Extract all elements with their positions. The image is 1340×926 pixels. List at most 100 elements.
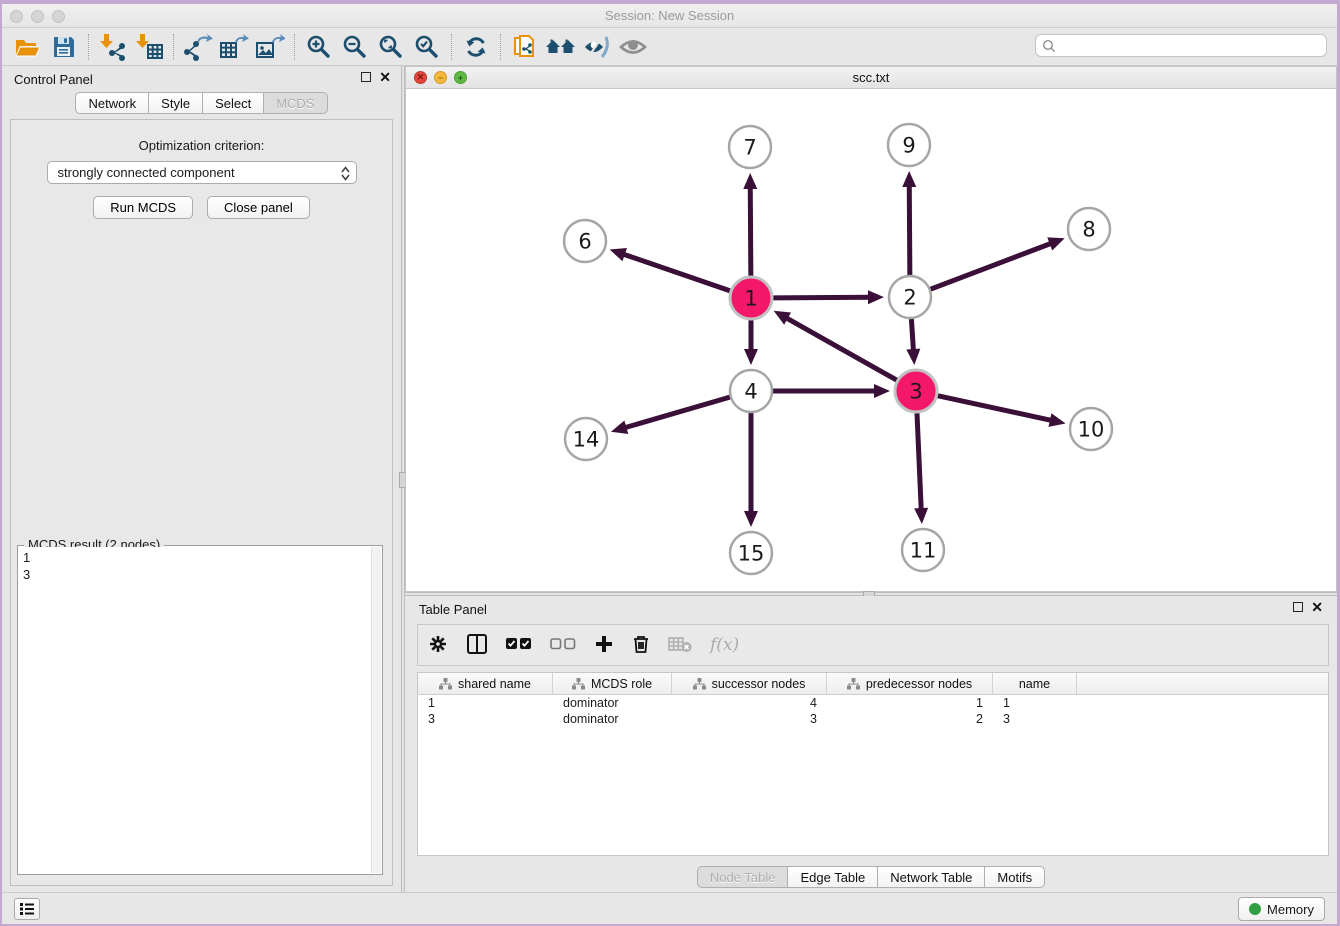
graph-edge[interactable] — [621, 253, 730, 291]
table-cell: 1 — [993, 695, 1077, 711]
export-network-icon[interactable] — [180, 31, 216, 63]
graph-edge[interactable] — [937, 396, 1053, 421]
graph-edge[interactable] — [931, 242, 1054, 289]
network-window-titlebar[interactable]: ✕ − + scc.txt — [406, 67, 1336, 89]
node-label: 4 — [744, 379, 757, 403]
criterion-value: strongly connected component — [58, 165, 235, 180]
toolbar-separator — [294, 34, 295, 60]
show-all-networks-icon[interactable] — [543, 31, 579, 63]
tab-node-table[interactable]: Node Table — [697, 866, 788, 888]
network-graph: 7 9 6 8 1 2 4 3 14 10 15 11 — [406, 89, 1336, 591]
graph-node-8[interactable]: 8 — [1068, 208, 1110, 250]
save-session-icon[interactable] — [46, 31, 82, 63]
memory-label: Memory — [1267, 902, 1314, 917]
application-window: Session: New Session — [0, 0, 1340, 926]
column-header[interactable]: successor nodes — [672, 673, 827, 694]
edge-arrowhead — [744, 511, 758, 527]
graph-node-7[interactable]: 7 — [729, 126, 771, 168]
graph-edge[interactable] — [911, 319, 913, 353]
toolbar-separator — [173, 34, 174, 60]
mcds-result-scrollbar[interactable] — [371, 547, 381, 873]
open-file-icon[interactable] — [10, 31, 46, 63]
graph-node-2[interactable]: 2 — [889, 276, 931, 318]
zoom-fit-icon[interactable] — [373, 31, 409, 63]
delete-icon[interactable] — [632, 634, 650, 657]
criterion-dropdown[interactable]: strongly connected component — [47, 161, 357, 184]
graph-edge[interactable] — [784, 317, 897, 381]
select-all-checks-icon[interactable] — [506, 638, 532, 653]
run-mcds-button[interactable]: Run MCDS — [93, 196, 193, 219]
graph-node-14[interactable]: 14 — [565, 418, 607, 460]
control-panel: Control Panel ✕ Network Style Select MCD… — [2, 66, 401, 892]
graph-edge[interactable] — [909, 183, 910, 275]
node-label: 7 — [743, 135, 756, 159]
tab-network-table[interactable]: Network Table — [877, 866, 984, 888]
tab-mcds[interactable]: MCDS — [263, 92, 327, 114]
table-cell: dominator — [553, 711, 672, 727]
import-table-icon[interactable] — [131, 31, 167, 63]
zoom-in-icon[interactable] — [301, 31, 337, 63]
search-input[interactable] — [1060, 39, 1326, 53]
search-box[interactable] — [1035, 34, 1327, 57]
deselect-checks-icon[interactable] — [550, 638, 576, 653]
close-panel-icon[interactable]: ✕ — [379, 72, 391, 82]
export-image-icon[interactable] — [252, 31, 288, 63]
graph-node-15[interactable]: 15 — [730, 532, 772, 574]
graph-node-4[interactable]: 4 — [730, 370, 772, 412]
table-header-row: shared nameMCDS rolesuccessor nodesprede… — [418, 673, 1328, 695]
table-row[interactable]: 3dominator323 — [418, 711, 1328, 727]
graph-edge[interactable] — [750, 185, 751, 276]
show-view-icon[interactable] — [615, 31, 651, 63]
edge-arrowhead — [743, 173, 757, 189]
column-header[interactable]: predecessor nodes — [827, 673, 993, 694]
graph-node-11[interactable]: 11 — [902, 529, 944, 571]
export-table-icon[interactable] — [216, 31, 252, 63]
column-header[interactable]: MCDS role — [553, 673, 672, 694]
table-cell: 3 — [672, 711, 827, 727]
graph-node-9[interactable]: 9 — [888, 124, 930, 166]
app-title: Session: New Session — [2, 8, 1337, 23]
close-panel-icon[interactable]: ✕ — [1311, 602, 1323, 612]
network-view-window: ✕ − + scc.txt 7 9 6 8 1 2 4 3 14 10 15 11 — [405, 66, 1337, 592]
graph-node-3[interactable]: 3 — [895, 370, 937, 412]
float-panel-icon[interactable] — [1293, 602, 1303, 612]
tab-edge-table[interactable]: Edge Table — [787, 866, 877, 888]
column-header[interactable]: name — [993, 673, 1077, 694]
edge-arrowhead — [906, 349, 920, 365]
add-column-icon[interactable] — [594, 634, 614, 657]
dropdown-stepper-icon — [341, 166, 350, 181]
close-panel-button[interactable]: Close panel — [207, 196, 310, 219]
import-network-icon[interactable] — [95, 31, 131, 63]
zoom-selected-icon[interactable] — [409, 31, 445, 63]
title-bar: Session: New Session — [2, 4, 1337, 28]
tab-style[interactable]: Style — [148, 92, 202, 114]
zoom-out-icon[interactable] — [337, 31, 373, 63]
graph-node-10[interactable]: 10 — [1070, 408, 1112, 450]
mcds-result-text[interactable]: 1 3 — [19, 547, 371, 873]
graph-edge[interactable] — [773, 297, 872, 298]
graph-edge[interactable] — [622, 397, 729, 428]
tab-select[interactable]: Select — [202, 92, 263, 114]
node-label: 1 — [744, 286, 757, 310]
table-cell: 1 — [418, 695, 553, 711]
clone-network-icon[interactable] — [507, 31, 543, 63]
node-label: 6 — [578, 229, 591, 253]
delete-table-icon[interactable] — [668, 635, 692, 656]
gear-icon[interactable] — [428, 634, 448, 657]
tab-network[interactable]: Network — [75, 92, 148, 114]
memory-status-icon — [1249, 903, 1261, 915]
column-layout-icon[interactable] — [466, 633, 488, 658]
table-row[interactable]: 1dominator411 — [418, 695, 1328, 711]
network-canvas[interactable]: 7 9 6 8 1 2 4 3 14 10 15 11 — [406, 89, 1336, 591]
hide-style-icon[interactable] — [579, 31, 615, 63]
tab-motifs[interactable]: Motifs — [984, 866, 1045, 888]
task-history-button[interactable] — [14, 898, 40, 920]
column-header[interactable]: shared name — [418, 673, 553, 694]
refresh-icon[interactable] — [458, 31, 494, 63]
float-panel-icon[interactable] — [361, 72, 371, 82]
memory-button[interactable]: Memory — [1238, 897, 1325, 921]
graph-node-6[interactable]: 6 — [564, 220, 606, 262]
function-builder-icon[interactable]: f(x) — [710, 635, 739, 655]
graph-edge[interactable] — [917, 413, 921, 512]
graph-node-1[interactable]: 1 — [730, 277, 772, 319]
